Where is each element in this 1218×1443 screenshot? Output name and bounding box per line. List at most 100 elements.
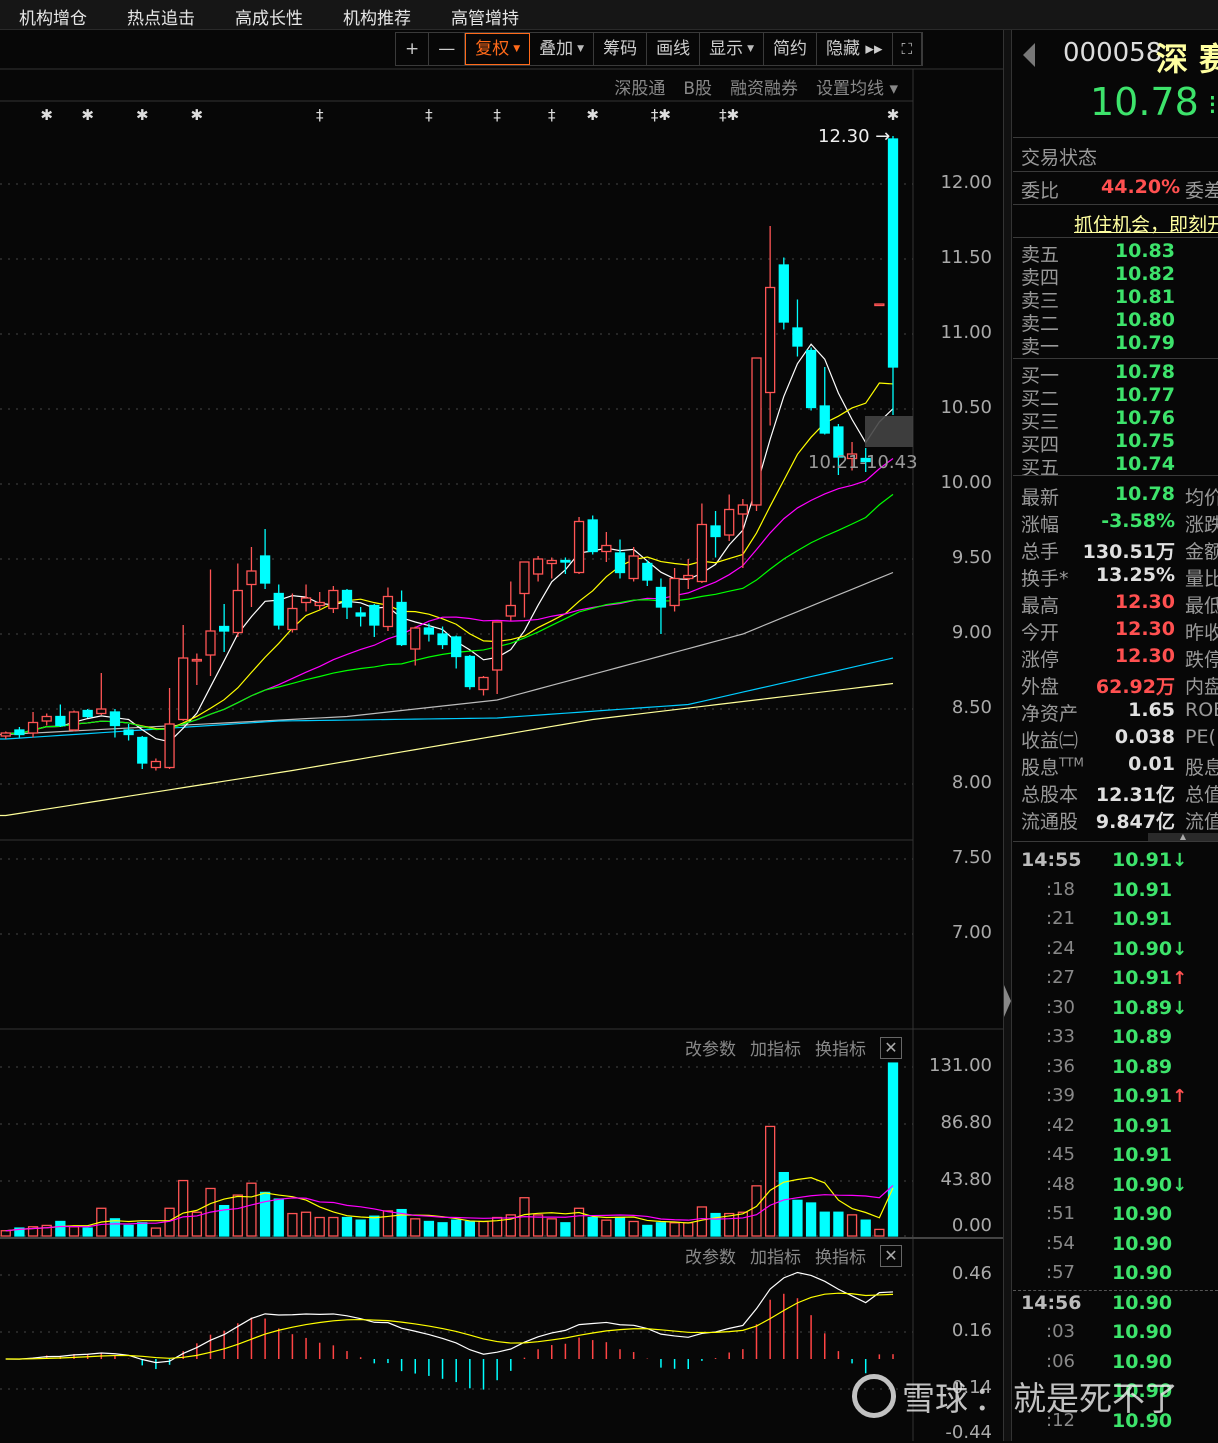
price-tick-label: 12.00 xyxy=(940,172,992,193)
ask-level-value: 10.80 xyxy=(1114,309,1175,331)
tick-time: :36 xyxy=(1046,1055,1075,1077)
volume-tick-label: 131.00 xyxy=(929,1055,992,1076)
stock-code: 000058 xyxy=(1063,38,1163,68)
tick-price: 10.90 xyxy=(1112,1321,1173,1343)
candle-body xyxy=(300,597,312,604)
tick-time: :51 xyxy=(1046,1203,1075,1224)
volume-tick-label: 0.00 xyxy=(951,1215,992,1236)
tick-row: 10.89 xyxy=(1112,1026,1172,1048)
stat-label: 涨幅 xyxy=(1021,510,1059,537)
candle-body xyxy=(819,405,830,434)
price-tick-label: 8.50 xyxy=(951,697,992,718)
stat-value: 12.31亿 xyxy=(1095,784,1175,806)
collapse-tab-icon[interactable]: ▲ xyxy=(1148,833,1218,841)
volume-bar xyxy=(874,1228,885,1237)
candle-body xyxy=(683,574,694,580)
promo-link[interactable]: 抓住机会，即刻开 xyxy=(1074,210,1218,237)
candle-body xyxy=(601,544,612,553)
event-marker: ‡ xyxy=(493,106,501,124)
tick-price: 10.91 xyxy=(1112,878,1173,901)
tick-price: 10.90 xyxy=(1112,1380,1173,1402)
stat-value: 12.30 xyxy=(1114,645,1175,667)
add-indicator-button[interactable]: 加指标 xyxy=(750,1243,801,1268)
kline-chart[interactable]: ✱ ✱ ✱ ✱ ‡ ‡ ‡ ‡ ✱ ‡✱ ‡✱ ✱12.30 →10.21-10.43 xyxy=(0,0,1013,1441)
volume-bar xyxy=(628,1220,639,1237)
volume-bar xyxy=(178,1179,189,1237)
tick-row: 10.90 xyxy=(1112,1203,1172,1225)
stock-name: 深 赛 xyxy=(1156,40,1218,78)
tick-price: 10.90 xyxy=(1112,1350,1173,1373)
candle-body xyxy=(178,657,189,721)
volume-bar xyxy=(669,1222,680,1237)
volume-bar xyxy=(123,1224,134,1237)
candle-body xyxy=(669,577,680,607)
weibi-label: 委比 xyxy=(1021,180,1060,202)
close-icon[interactable]: ✕ xyxy=(880,1244,902,1267)
candle-body xyxy=(423,627,435,635)
volume-bar xyxy=(833,1211,844,1237)
volume-bar xyxy=(792,1199,803,1237)
bid-level-value: 10.78 xyxy=(1114,361,1175,383)
price-tick-label: 8.00 xyxy=(951,772,992,793)
stat-label: 总手 xyxy=(1021,537,1059,564)
tick-price: 10.90 xyxy=(1112,937,1173,960)
stat-label: 外盘 xyxy=(1021,672,1059,699)
event-marker: ✱ xyxy=(191,106,204,124)
candle-body xyxy=(218,625,230,632)
event-marker: ‡✱ xyxy=(719,106,739,124)
stat-label-2: 内盘 xyxy=(1185,676,1218,698)
volume-bar xyxy=(82,1227,93,1237)
tick-time: :45 xyxy=(1046,1144,1075,1165)
tick-row: 10.90 xyxy=(1112,1292,1172,1314)
volume-bar xyxy=(819,1211,830,1237)
prev-stock-icon[interactable] xyxy=(1023,43,1035,67)
tick-time: 14:55 xyxy=(1021,849,1082,871)
volume-bar xyxy=(259,1191,271,1237)
arrow-down-icon: ↓ xyxy=(1172,850,1188,871)
volume-bar xyxy=(601,1219,612,1237)
edit-params-button[interactable]: 改参数 xyxy=(685,1243,736,1268)
ma30-line xyxy=(5,493,894,735)
tick-time: :48 xyxy=(1046,1173,1075,1195)
event-marker: ‡✱ xyxy=(651,106,671,124)
tick-row: 10.90 xyxy=(1112,1380,1172,1402)
volume-bar xyxy=(355,1219,366,1237)
candle-body xyxy=(355,612,366,617)
tick-time: :06 xyxy=(1046,1350,1075,1372)
switch-indicator-button[interactable]: 换指标 xyxy=(815,1035,866,1060)
volume-tick-label: 86.80 xyxy=(940,1112,992,1133)
tick-row: 10.90 xyxy=(1112,1351,1172,1373)
tick-row: 10.90↓ xyxy=(1112,938,1187,960)
price-tick-label: 10.00 xyxy=(940,472,992,493)
candle-body xyxy=(710,525,721,538)
tick-price: 10.89 xyxy=(1112,1026,1173,1048)
candle-body xyxy=(874,303,885,307)
stat-label-text: 最新 xyxy=(1021,487,1060,509)
volume-bar xyxy=(464,1220,476,1237)
tick-price: 10.91 xyxy=(1112,1114,1173,1137)
panel-splitter[interactable] xyxy=(1003,30,1012,1441)
stat-value: 62.92万 xyxy=(1095,676,1175,698)
arrow-up-icon: ↑ xyxy=(1172,1086,1188,1107)
volume-bar xyxy=(642,1224,653,1237)
switch-indicator-button[interactable]: 换指标 xyxy=(815,1243,866,1268)
add-indicator-button[interactable]: 加指标 xyxy=(750,1035,801,1060)
volume-bar xyxy=(560,1222,571,1237)
tick-time: :33 xyxy=(1046,1026,1075,1047)
candle-body xyxy=(273,592,284,626)
candle-body xyxy=(82,709,93,718)
volume-bar xyxy=(532,1214,544,1237)
edit-params-button[interactable]: 改参数 xyxy=(685,1035,736,1060)
tick-price: 10.90 xyxy=(1112,1232,1173,1255)
tick-time: :54 xyxy=(1046,1232,1075,1254)
range-highlight xyxy=(865,416,913,447)
volume-bar xyxy=(437,1222,448,1237)
expand-arrow-icon[interactable] xyxy=(1004,985,1011,1017)
volume-bar xyxy=(696,1206,708,1237)
tick-row: 10.90↓ xyxy=(1112,1174,1187,1196)
tick-price: 10.90 xyxy=(1112,1409,1173,1432)
candle-body xyxy=(341,589,353,608)
volume-bar xyxy=(369,1215,380,1237)
arrow-down-icon: ↓ xyxy=(1172,997,1188,1019)
close-icon[interactable]: ✕ xyxy=(880,1036,902,1059)
